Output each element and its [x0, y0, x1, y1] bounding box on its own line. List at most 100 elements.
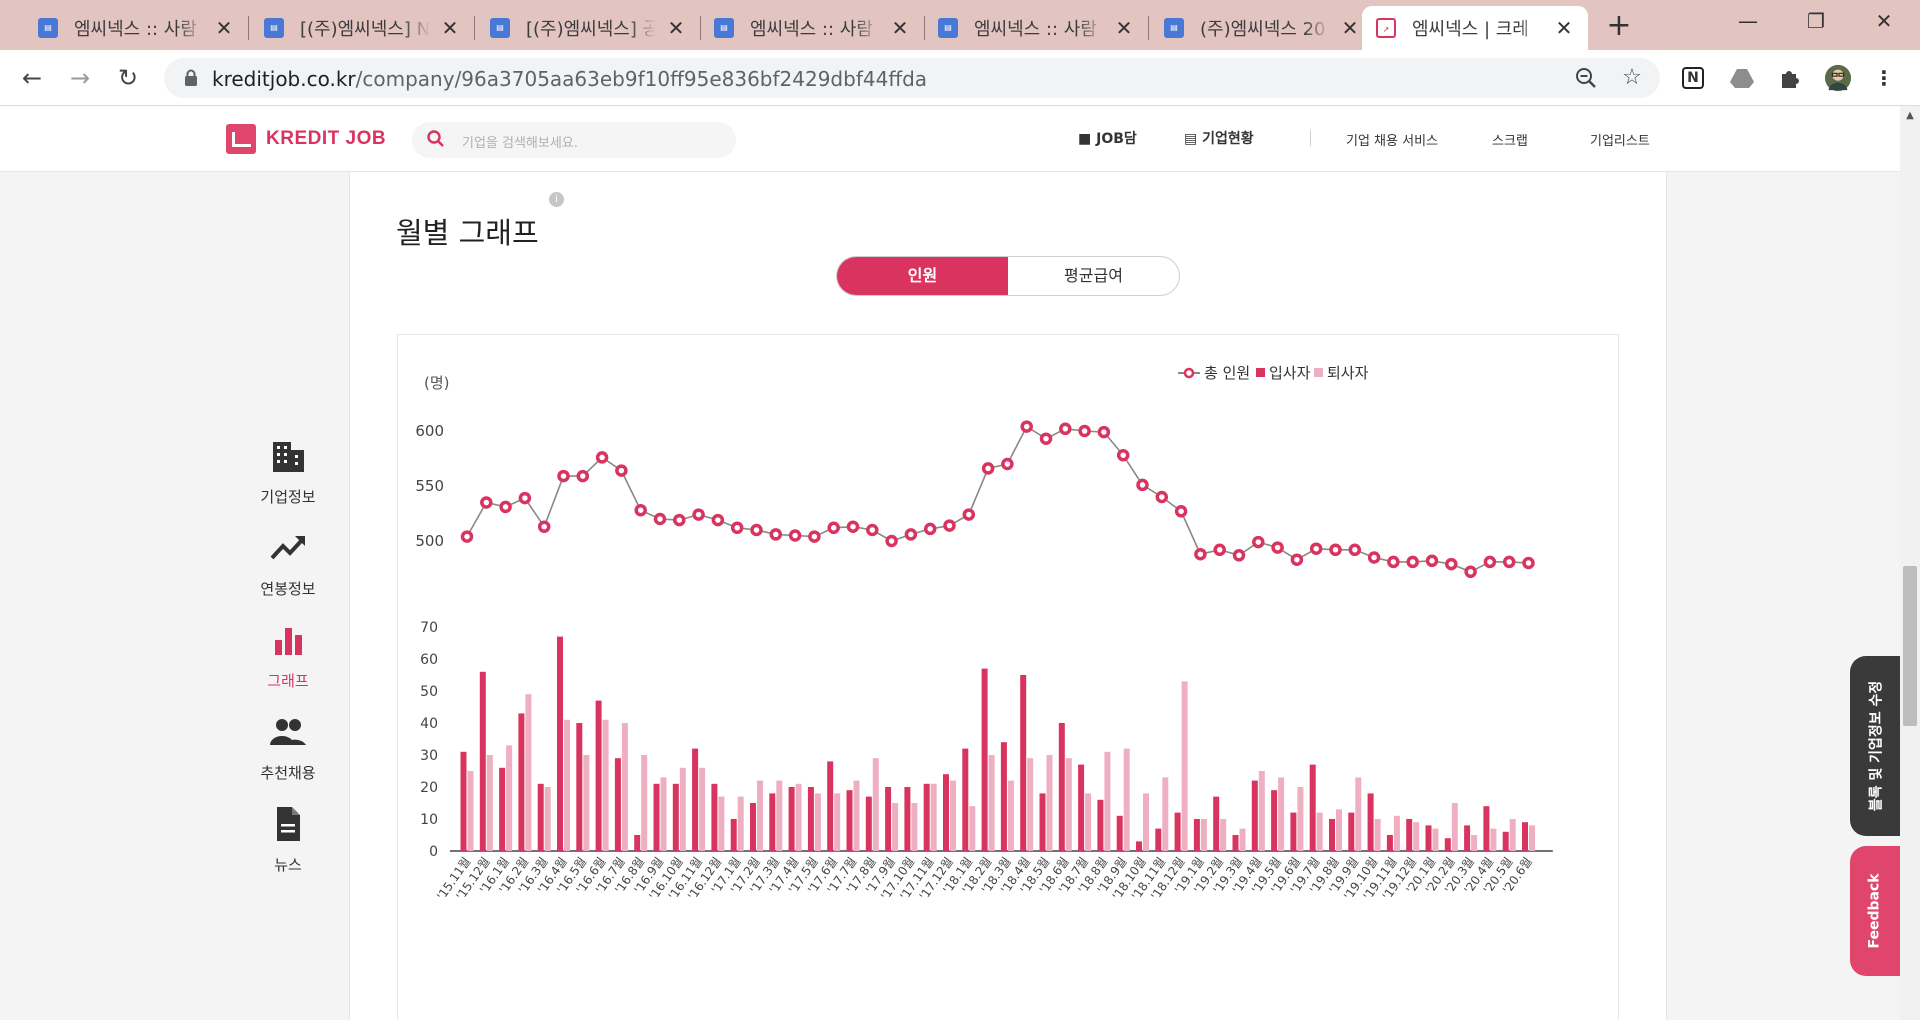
browser-tab[interactable]: ▤ [(주)엠씨넥스] 공 ✕: [476, 6, 700, 50]
info-icon[interactable]: i: [549, 192, 564, 207]
more-menu-icon[interactable]: ⋮: [1870, 64, 1898, 92]
join-bar: [923, 783, 930, 851]
nav-jobdam[interactable]: ■ JOB담: [1078, 128, 1137, 148]
join-bar: [1174, 812, 1181, 851]
line-axis-tick-label: 550: [415, 477, 444, 495]
headcount-point: [1367, 551, 1381, 564]
leave-bar: [506, 745, 513, 851]
profile-avatar[interactable]: [1824, 64, 1852, 92]
headcount-point: [711, 513, 725, 527]
join-bar: [537, 783, 544, 851]
join-bar: [1000, 742, 1007, 851]
headcount-point: [1387, 555, 1400, 569]
leave-bar: [1239, 828, 1246, 851]
search-icon: [427, 130, 444, 147]
main-content: 월별 그래프 i 인원 평균급여 (명) 총 인원 입사자 퇴사자 500 550 600 0…: [349, 172, 1667, 1020]
close-window-button[interactable]: ✕: [1850, 0, 1918, 44]
leave-bar: [467, 771, 474, 851]
menu-label: 추천채용: [260, 764, 316, 782]
leave-bar: [621, 723, 628, 851]
join-bar: [865, 796, 872, 851]
browser-tab[interactable]: ▤ 엠씨넥스 :: 사람 ✕: [700, 6, 924, 50]
legend-bar-swatch: [1314, 368, 1323, 377]
bookmark-star-icon[interactable]: ☆: [1618, 64, 1646, 92]
tab-close-icon[interactable]: ✕: [1112, 16, 1136, 40]
browser-tab[interactable]: ▤ [(주)엠씨넥스] N ✕: [250, 6, 474, 50]
leave-bar: [564, 719, 570, 851]
browser-tab-bar: ▤ 엠씨넥스 :: 사람 ✕ ▤ [(주)엠씨넥스] N ✕ ▤ [(주)엠씨넥스] 공 ✕ ▤ 엠…: [0, 0, 1920, 50]
tab-close-icon[interactable]: ✕: [888, 16, 912, 40]
edit-info-side-tab[interactable]: 블록 및 기업정보 수정: [1850, 656, 1900, 836]
join-bar: [692, 748, 699, 851]
feedback-side-tab[interactable]: Feedback: [1850, 846, 1900, 976]
minimize-button[interactable]: —: [1714, 0, 1782, 44]
menu-item-graph[interactable]: 그래프: [240, 620, 336, 691]
headcount-point: [1078, 424, 1091, 438]
menu-item-news[interactable]: 뉴스: [240, 804, 336, 875]
leave-bar: [930, 783, 937, 851]
scroll-thumb[interactable]: [1903, 566, 1917, 726]
headcount-point: [1194, 547, 1207, 561]
join-bar: [1309, 764, 1316, 851]
reload-icon[interactable]: ↻: [110, 60, 146, 96]
tab-title: 엠씨넥스 | 크레: [1412, 19, 1529, 40]
forward-icon[interactable]: →: [62, 60, 98, 96]
leave-bar: [1336, 809, 1342, 851]
tab-close-icon[interactable]: ✕: [212, 16, 236, 40]
extensions-puzzle-icon[interactable]: [1776, 64, 1804, 92]
leave-bar: [1490, 828, 1497, 851]
saramin-favicon-icon: ▤: [714, 18, 734, 38]
tab-close-icon[interactable]: ✕: [664, 16, 688, 40]
leave-bar: [1297, 787, 1304, 851]
headcount-point: [615, 464, 628, 477]
browser-tab[interactable]: ▤ 엠씨넥스 :: 사람 ✕: [24, 6, 248, 50]
company-search-input[interactable]: 기업을 검색해보세요.: [412, 122, 736, 158]
headcount-point: [788, 529, 802, 542]
drive-extension-icon[interactable]: [1728, 64, 1756, 92]
leave-bar: [1123, 748, 1130, 851]
tab-close-icon[interactable]: ✕: [438, 16, 462, 40]
menu-label: 기업정보: [260, 488, 316, 506]
leave-bar: [1471, 835, 1478, 851]
menu-label: 연봉정보: [260, 580, 316, 598]
tab-close-icon[interactable]: ✕: [1552, 16, 1576, 40]
headcount-point: [1174, 505, 1188, 518]
notion-extension-icon[interactable]: N: [1682, 67, 1704, 89]
headcount-point: [866, 523, 879, 537]
document-icon: [277, 807, 300, 841]
nav-hiring-service[interactable]: 기업 채용 서비스: [1346, 130, 1438, 149]
menu-item-salary-info[interactable]: 연봉정보: [240, 528, 336, 599]
trending-up-icon: [270, 536, 305, 560]
join-bar: [1348, 812, 1355, 851]
nav-scrap[interactable]: 스크랩: [1492, 130, 1528, 149]
new-tab-button[interactable]: +: [1602, 10, 1636, 44]
back-icon[interactable]: ←: [14, 60, 50, 96]
lock-icon: [185, 69, 197, 86]
headcount-point: [653, 512, 667, 526]
browser-tab[interactable]: ↗ 엠씨넥스 | 크레 ✕: [1362, 6, 1588, 50]
toggle-avg-salary-button[interactable]: 평균급여: [1008, 257, 1179, 295]
browser-tab[interactable]: ▤ 엠씨넥스 :: 사람 ✕: [924, 6, 1148, 50]
nav-company-list[interactable]: 기업리스트: [1590, 130, 1650, 149]
kreditjob-favicon-icon: ↗: [1376, 18, 1396, 38]
headcount-point: [537, 520, 551, 533]
nav-company-status[interactable]: ▤ 기업현황: [1184, 128, 1254, 148]
kreditjob-logo[interactable]: KREDIT JOB: [226, 124, 386, 154]
tab-title: [(주)엠씨넥스] N: [300, 19, 430, 40]
toggle-headcount-button[interactable]: 인원: [837, 257, 1008, 295]
browser-tab[interactable]: ▤ (주)엠씨넥스 20 ✕: [1150, 6, 1374, 50]
tab-separator: [474, 16, 475, 40]
leave-bar: [969, 806, 976, 851]
monthly-chart: (명)총 인원 입사자 퇴사자500550600010203040506070'15…: [415, 364, 1553, 903]
bar-axis-tick-label: 50: [420, 684, 438, 700]
menu-item-recommended-jobs[interactable]: 추천채용: [240, 712, 336, 783]
people-icon: [270, 719, 306, 745]
restore-button[interactable]: ❐: [1782, 0, 1850, 44]
address-bar[interactable]: kreditjob.co.kr/company/96a3705aa63eb9f1…: [164, 58, 1660, 98]
page-scrollbar[interactable]: ▲: [1900, 106, 1920, 1020]
scroll-up-arrow-icon[interactable]: ▲: [1900, 106, 1920, 126]
tab-close-icon[interactable]: ✕: [1338, 16, 1362, 40]
menu-item-company-info[interactable]: 기업정보: [240, 436, 336, 507]
leave-bar: [795, 783, 802, 851]
zoom-out-icon[interactable]: [1572, 64, 1600, 92]
